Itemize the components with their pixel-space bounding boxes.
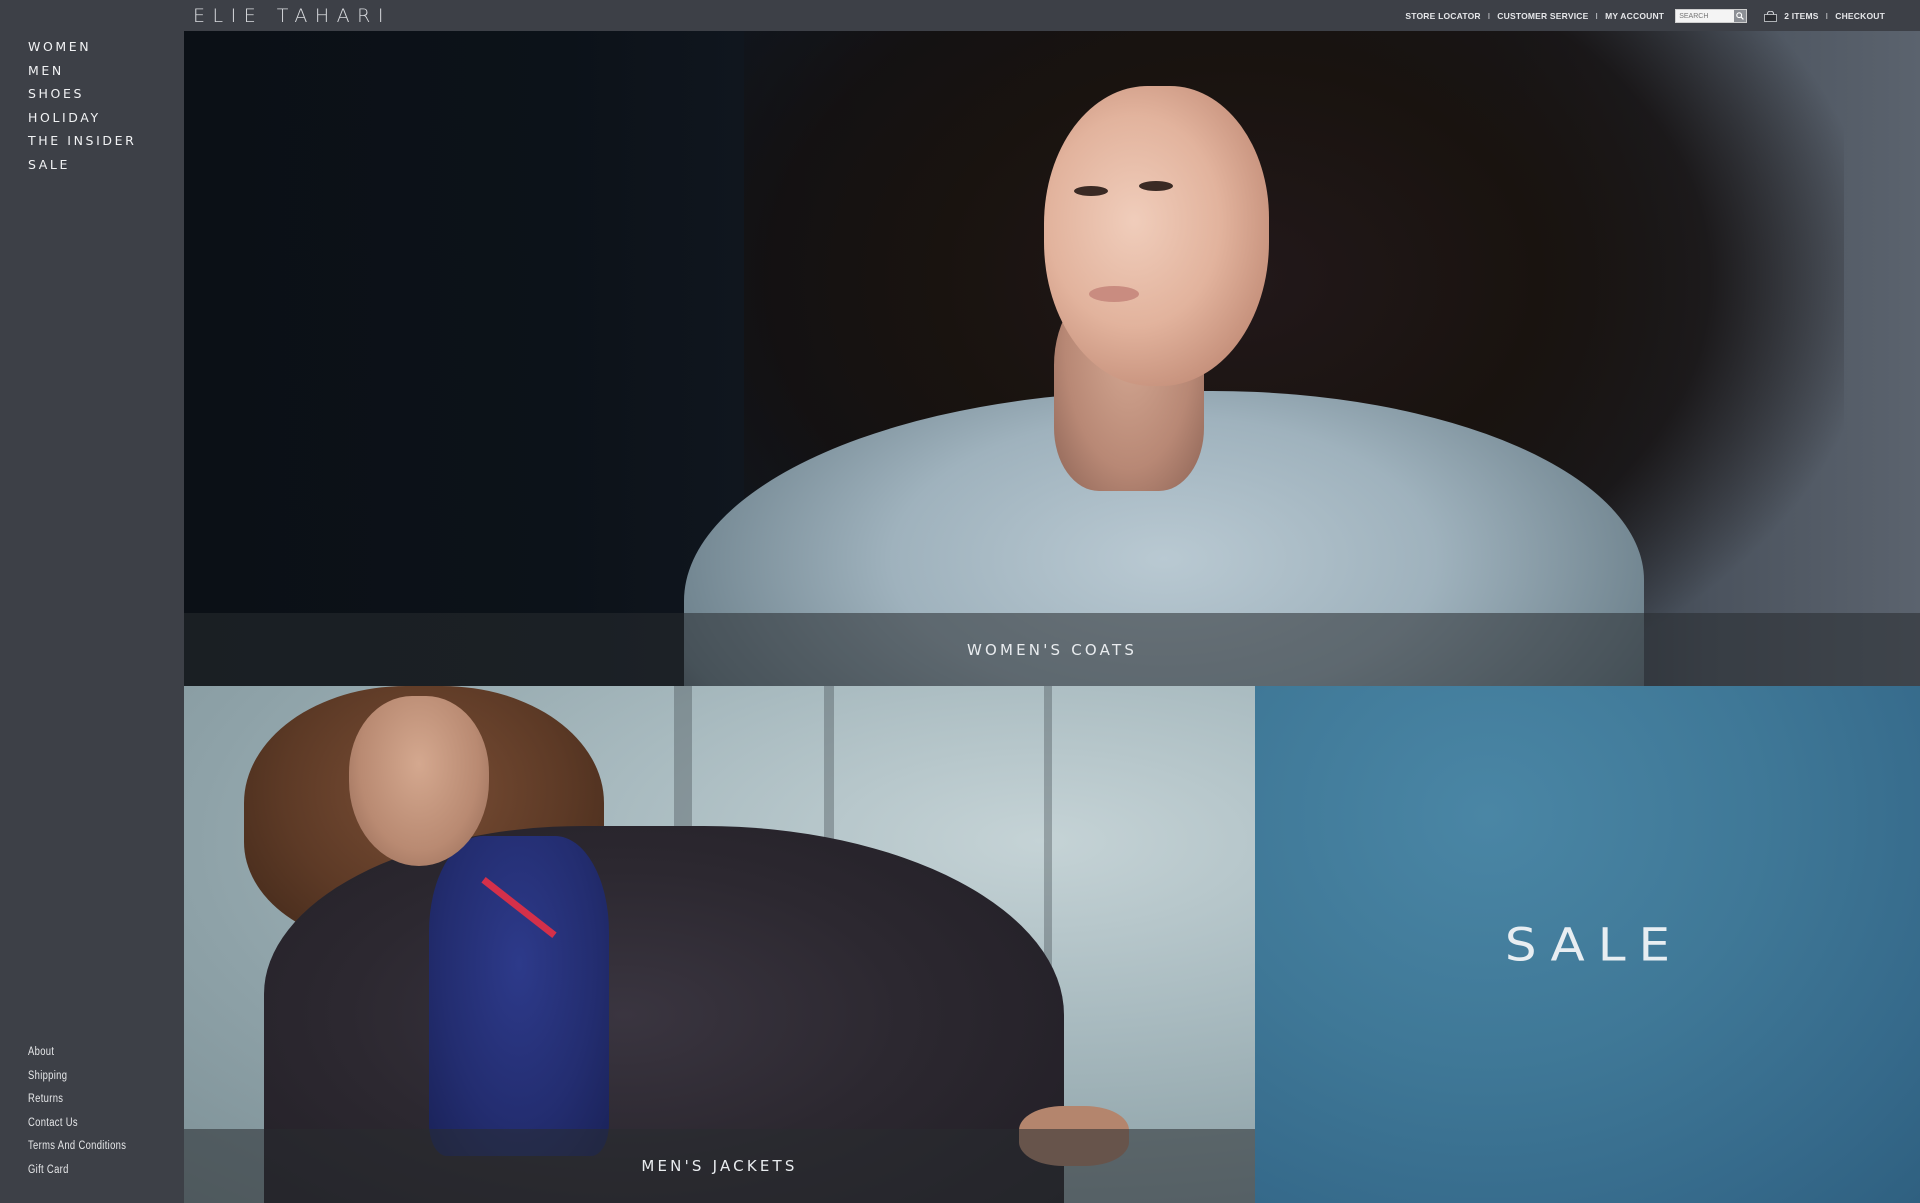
nav-item-women[interactable]: WOMEN <box>28 35 136 59</box>
footer-link-terms[interactable]: Terms And Conditions <box>28 1135 126 1159</box>
model-shirt <box>429 836 609 1156</box>
magnifier-icon <box>1736 12 1745 20</box>
footer-link-shipping[interactable]: Shipping <box>28 1065 126 1089</box>
model-eye <box>1139 181 1173 191</box>
customer-service-link[interactable]: CUSTOMER SERVICE <box>1497 11 1588 21</box>
model-face <box>1044 86 1269 386</box>
model-face <box>349 696 489 866</box>
model-lips <box>1089 286 1139 302</box>
utility-nav: STORE LOCATOR I CUSTOMER SERVICE I MY AC… <box>1405 9 1885 23</box>
sale-banner[interactable]: SALE <box>1255 686 1920 1203</box>
separator: I <box>1595 11 1599 21</box>
footer-link-contact-us[interactable]: Contact Us <box>28 1112 126 1136</box>
search-input[interactable] <box>1676 10 1735 22</box>
footer-nav: About Shipping Returns Contact Us Terms … <box>28 1041 148 1182</box>
nav-item-holiday[interactable]: HOLIDAY <box>28 106 136 130</box>
store-locator-link[interactable]: STORE LOCATOR <box>1405 11 1480 21</box>
cart-count-link[interactable]: 2 ITEMS <box>1784 11 1818 21</box>
separator: I <box>1825 11 1829 21</box>
shopping-bag-icon[interactable] <box>1764 10 1778 22</box>
nav-item-men[interactable]: MEN <box>28 59 136 83</box>
main-nav: WOMEN MEN SHOES HOLIDAY THE INSIDER SALE <box>28 35 136 176</box>
footer-link-returns[interactable]: Returns <box>28 1088 126 1112</box>
top-bar: ELIE TAHARI STORE LOCATOR I CUSTOMER SER… <box>0 0 1920 31</box>
checkout-link[interactable]: CHECKOUT <box>1835 11 1885 21</box>
search-button[interactable] <box>1734 10 1747 22</box>
my-account-link[interactable]: MY ACCOUNT <box>1605 11 1664 21</box>
womens-coats-banner[interactable]: WOMEN'S COATS <box>184 31 1920 686</box>
footer-link-gift-card[interactable]: Gift Card <box>28 1159 126 1183</box>
womens-coats-caption[interactable]: WOMEN'S COATS <box>967 641 1137 659</box>
nav-item-shoes[interactable]: SHOES <box>28 82 136 106</box>
mens-jackets-caption[interactable]: MEN'S JACKETS <box>641 1157 797 1175</box>
mens-jackets-banner[interactable]: MEN'S JACKETS <box>184 686 1255 1203</box>
model-eye <box>1074 186 1108 196</box>
search-box <box>1675 9 1748 23</box>
sale-heading[interactable]: SALE <box>1492 918 1683 970</box>
nav-item-sale[interactable]: SALE <box>28 153 136 177</box>
separator: I <box>1487 11 1491 21</box>
womens-coats-caption-bar: WOMEN'S COATS <box>184 613 1920 686</box>
footer-link-about[interactable]: About <box>28 1041 126 1065</box>
brand-logo[interactable]: ELIE TAHARI <box>193 5 391 27</box>
nav-item-the-insider[interactable]: THE INSIDER <box>28 129 136 153</box>
mens-jackets-caption-bar: MEN'S JACKETS <box>184 1129 1255 1203</box>
sidebar: WOMEN MEN SHOES HOLIDAY THE INSIDER SALE… <box>0 31 184 1203</box>
